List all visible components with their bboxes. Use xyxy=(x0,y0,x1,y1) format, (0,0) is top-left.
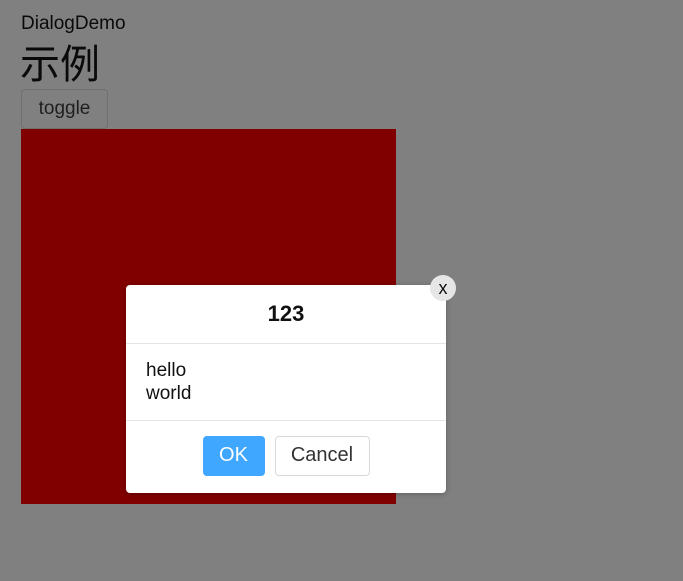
dialog-header: 123 xyxy=(126,285,446,344)
page-heading: 示例 xyxy=(20,42,100,88)
dialog-title: 123 xyxy=(267,301,305,326)
cancel-button[interactable]: Cancel xyxy=(274,435,370,476)
dialog-body-line: hello xyxy=(146,360,187,381)
ok-button[interactable]: OK xyxy=(202,435,265,476)
dialog-body: hello world xyxy=(126,344,446,421)
toggle-button[interactable]: toggle xyxy=(21,89,108,129)
page-label: DialogDemo xyxy=(21,13,126,34)
dialog: 123 hello world OK Cancel xyxy=(126,285,446,493)
dialog-body-line: world xyxy=(146,383,192,404)
close-button[interactable]: x xyxy=(430,275,456,301)
dialog-footer: OK Cancel xyxy=(126,421,446,492)
